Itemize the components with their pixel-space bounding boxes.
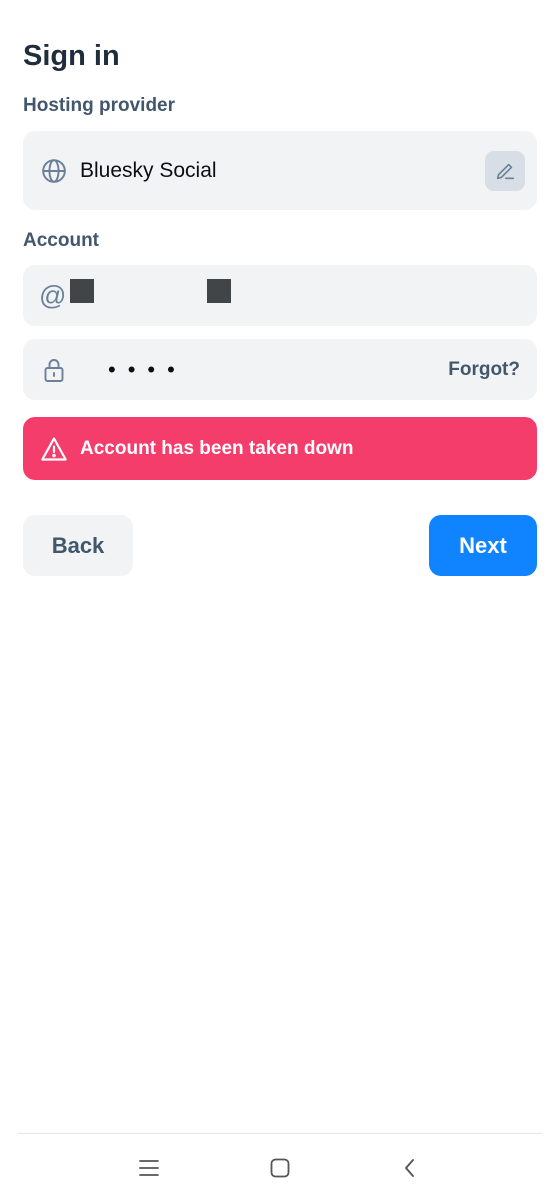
edit-provider-button[interactable] <box>485 150 525 191</box>
redacted-block <box>207 279 231 303</box>
lock-icon <box>40 356 68 384</box>
at-icon: @ <box>39 280 67 310</box>
forgot-password-link[interactable]: Forgot? <box>448 359 520 381</box>
globe-icon <box>40 157 68 185</box>
system-navigation-bar <box>0 1134 560 1200</box>
hosting-provider-label: Hosting provider <box>23 95 176 116</box>
password-input[interactable]: •••• <box>108 357 187 383</box>
account-label: Account <box>23 230 99 251</box>
page-title: Sign in <box>23 40 120 72</box>
password-field[interactable]: •••• Forgot? <box>23 339 537 400</box>
next-button[interactable]: Next <box>429 515 537 576</box>
redacted-block <box>70 279 94 303</box>
menu-icon[interactable] <box>133 1152 165 1184</box>
error-message: Account has been taken down <box>80 437 354 459</box>
chevron-left-icon[interactable] <box>394 1152 426 1184</box>
square-home-icon[interactable] <box>264 1152 296 1184</box>
sign-in-screen: Sign in Hosting provider Bluesky Social … <box>0 0 560 1200</box>
warning-icon <box>40 435 68 463</box>
username-input[interactable] <box>71 265 511 326</box>
error-banner: Account has been taken down <box>23 417 537 480</box>
back-button[interactable]: Back <box>23 515 133 576</box>
username-field[interactable]: @ <box>23 265 537 326</box>
hosting-provider-value: Bluesky Social <box>80 158 217 182</box>
hosting-provider-field[interactable]: Bluesky Social <box>23 131 537 210</box>
pencil-icon <box>494 160 516 182</box>
